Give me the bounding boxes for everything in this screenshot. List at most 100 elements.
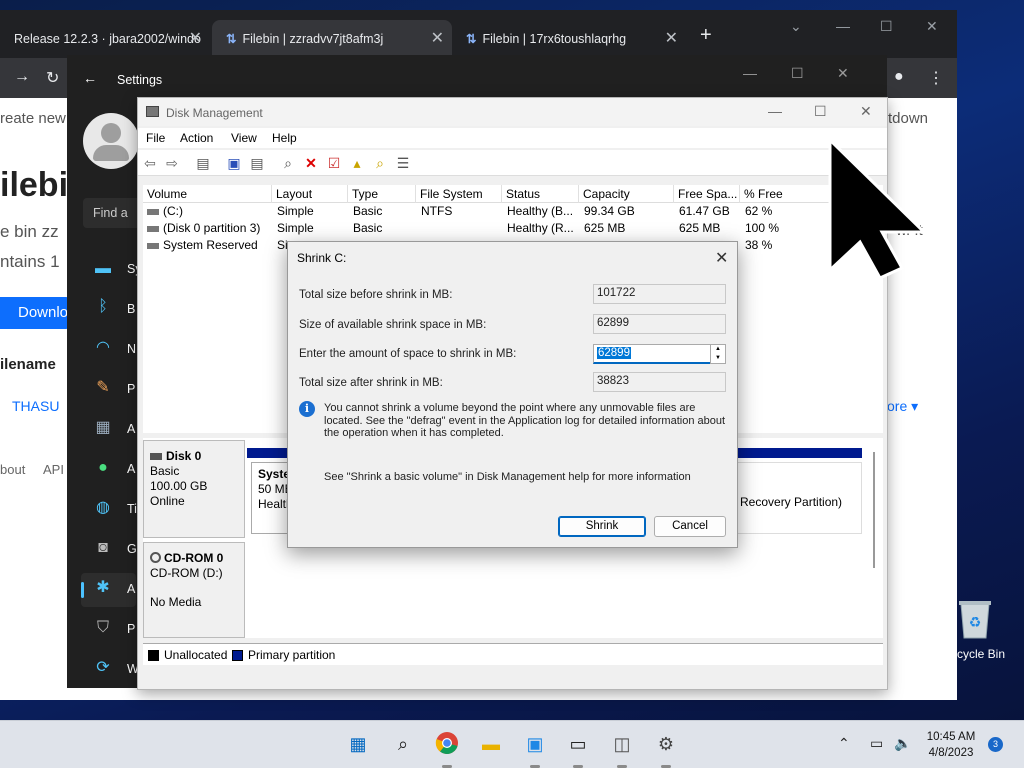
nav-privacy[interactable]: P — [127, 622, 135, 636]
system-icon[interactable]: ▬ — [93, 259, 113, 279]
control-panel-icon[interactable]: ▣ — [522, 731, 548, 768]
apps-icon[interactable]: ▦ — [93, 418, 113, 438]
menu-help[interactable]: Help — [272, 131, 297, 145]
close-icon[interactable]: ✕ — [860, 103, 872, 120]
col-status[interactable]: Status — [502, 185, 579, 203]
properties-icon[interactable]: ▤ — [248, 154, 266, 172]
menu-view[interactable]: View — [231, 131, 257, 145]
forward-icon[interactable]: → — [14, 68, 30, 86]
check-icon[interactable]: ☑ — [325, 154, 343, 172]
table-row[interactable]: (C:) Simple Basic NTFS Healthy (B... 99.… — [143, 203, 883, 220]
notification-badge[interactable]: 3 — [988, 737, 1003, 752]
maximize-icon[interactable]: ☐ — [791, 65, 804, 82]
tab-filebin-2[interactable]: ⇅ Filebin | 17rx6toushlaqrhg ✕ — [452, 20, 686, 58]
menu-action[interactable]: Action — [180, 131, 213, 145]
close-icon[interactable]: ✕ — [926, 18, 938, 35]
chrome-icon[interactable] — [434, 731, 460, 768]
avatar[interactable] — [83, 113, 139, 169]
forward-icon[interactable]: ⇨ — [163, 154, 181, 172]
nav-time[interactable]: Ti — [127, 502, 137, 516]
spin-up-icon[interactable]: ▲ — [711, 345, 725, 354]
list-icon[interactable]: ☰ — [394, 154, 412, 172]
scrollbar[interactable] — [873, 452, 881, 568]
shrink-amount-stepper[interactable]: ▲ ▼ — [710, 344, 726, 364]
clock[interactable]: 10:45 AM 4/8/2023 — [920, 729, 982, 761]
menu-file[interactable]: File — [146, 131, 165, 145]
close-icon[interactable]: ✕ — [715, 248, 728, 268]
maximize-icon[interactable]: ☐ — [814, 103, 827, 120]
back-icon[interactable]: ⇦ — [141, 154, 159, 172]
delete-icon[interactable]: ✕ — [302, 154, 320, 172]
more-dropdown[interactable]: ore ▾ — [887, 398, 918, 415]
help-link[interactable]: See "Shrink a basic volume" in Disk Mana… — [324, 471, 691, 483]
nav-accounts[interactable]: A — [127, 462, 135, 476]
connect-icon[interactable]: ⌕ — [279, 154, 297, 172]
search-icon[interactable]: ⌕ — [371, 154, 389, 172]
shutdown-link[interactable]: tdown — [888, 110, 928, 127]
recycle-bin-label[interactable]: cycle Bin — [957, 647, 1005, 661]
col-file-system[interactable]: File System — [416, 185, 502, 203]
about-link[interactable]: bout — [0, 462, 25, 477]
nav-personalization[interactable]: P — [127, 382, 135, 396]
create-new-link[interactable]: reate new — [0, 110, 66, 127]
new-tab-button[interactable]: + — [700, 24, 712, 47]
find-setting-input[interactable]: Find a — [83, 198, 143, 228]
terminal-icon[interactable]: ▭ — [565, 731, 591, 768]
nav-gaming[interactable]: G — [127, 542, 137, 556]
table-row[interactable]: (Disk 0 partition 3) Simple Basic Health… — [143, 220, 883, 237]
shield-icon[interactable]: ⛉ — [93, 618, 113, 638]
settings-gear-icon[interactable]: ⚙ — [653, 731, 679, 768]
nav-network[interactable]: N — [127, 342, 136, 356]
disk-management-icon[interactable]: ◫ — [609, 731, 635, 768]
disk-0-label[interactable]: Disk 0 Basic 100.00 GB Online — [143, 440, 245, 538]
minimize-icon[interactable]: — — [836, 18, 850, 34]
time-globe-icon[interactable]: ◍ — [93, 498, 113, 518]
col-capacity[interactable]: Capacity — [579, 185, 674, 203]
reload-icon[interactable]: ↻ — [46, 68, 59, 88]
col-free-space[interactable]: Free Spa... — [674, 185, 740, 203]
shrink-amount-input[interactable]: 62899 — [593, 344, 711, 364]
col-type[interactable]: Type — [348, 185, 416, 203]
col-layout[interactable]: Layout — [272, 185, 348, 203]
help-icon[interactable]: ▣ — [225, 154, 243, 172]
chevron-down-icon[interactable]: ⌄ — [790, 18, 802, 35]
file-explorer-icon[interactable]: ▬ — [478, 731, 504, 757]
cdrom-0-label[interactable]: CD-ROM 0 CD-ROM (D:) No Media — [143, 542, 245, 638]
minimize-icon[interactable]: — — [768, 103, 782, 119]
profile-icon[interactable]: ● — [894, 68, 904, 86]
volume-icon[interactable]: 🔈 — [894, 735, 911, 752]
close-icon[interactable]: ✕ — [665, 20, 678, 58]
network-icon[interactable]: ▭ — [870, 735, 883, 752]
spin-down-icon[interactable]: ▼ — [711, 354, 725, 363]
chevron-up-icon[interactable]: ⌃ — [838, 735, 850, 752]
api-link[interactable]: API — [43, 462, 64, 477]
gaming-icon[interactable]: ◙ — [93, 538, 113, 558]
cancel-button[interactable]: Cancel — [654, 516, 726, 537]
bluetooth-icon[interactable]: ᛒ — [93, 297, 113, 317]
accessibility-icon[interactable]: ✱ — [93, 578, 113, 598]
tab-release[interactable]: Release 12.2.3 · jbara2002/windo ✕ — [0, 20, 210, 58]
close-icon[interactable]: ✕ — [837, 65, 849, 82]
recovery-partition[interactable]: Recovery Partition) — [733, 462, 862, 534]
close-icon[interactable]: ✕ — [189, 20, 202, 58]
start-icon[interactable]: ▦ — [345, 731, 371, 757]
console-tree-icon[interactable]: ▤ — [194, 154, 212, 172]
nav-bluetooth[interactable]: B — [127, 302, 135, 316]
nav-apps[interactable]: A — [127, 422, 135, 436]
download-button[interactable]: Downlo — [0, 297, 70, 329]
col-percent-free[interactable]: % Free — [740, 185, 830, 203]
accounts-icon[interactable]: ● — [93, 458, 113, 478]
close-icon[interactable]: ✕ — [431, 20, 444, 58]
minimize-icon[interactable]: — — [743, 65, 757, 81]
menu-icon[interactable]: ⋮ — [928, 68, 944, 88]
file-link[interactable]: THASU — [12, 398, 59, 414]
recycle-bin-icon[interactable]: ♻ — [955, 598, 995, 640]
wifi-icon[interactable]: ◠ — [93, 338, 113, 358]
brush-icon[interactable]: ✎ — [93, 378, 113, 398]
shrink-button[interactable]: Shrink — [558, 516, 646, 537]
windows-update-icon[interactable]: ⟳ — [93, 658, 113, 678]
tab-filebin-1[interactable]: ⇅ Filebin | zzradvv7jt8afm3j ✕ — [212, 20, 452, 58]
nav-accessibility[interactable]: A — [127, 582, 135, 596]
col-volume[interactable]: Volume — [143, 185, 272, 203]
back-arrow-icon[interactable]: ← — [83, 70, 97, 86]
